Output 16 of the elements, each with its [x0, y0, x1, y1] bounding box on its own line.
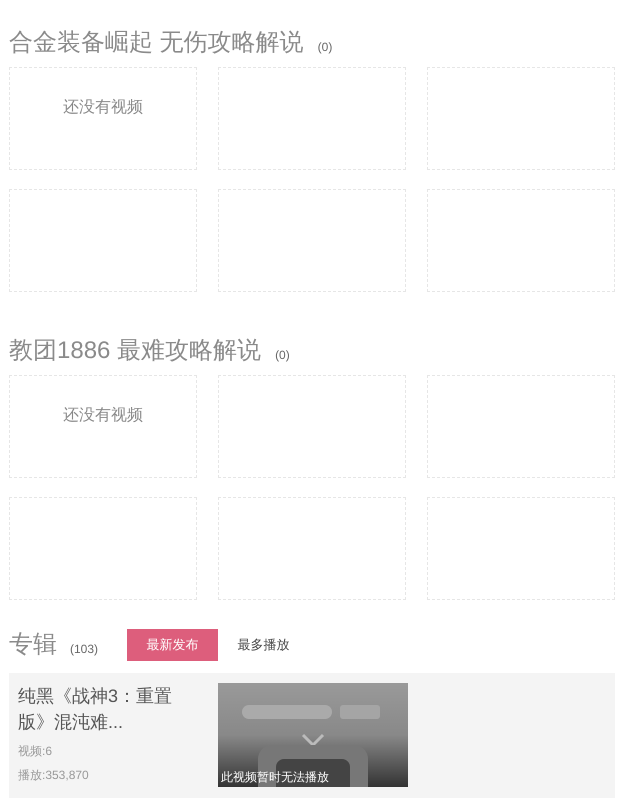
sort-tab[interactable]: 最多播放 [218, 629, 310, 661]
video-count: (0) [275, 347, 290, 364]
section-title: 合金装备崛起 无伤攻略解说 [9, 28, 304, 58]
album-card[interactable]: 纯黑《战神3：重置版》混沌难... 视频:6 播放:353,870 此视频暂时无法播放 [9, 673, 615, 798]
section-title: 专辑 [9, 630, 57, 660]
section-title: 教团1886 最难攻略解说 [9, 336, 262, 366]
album-count: (103) [70, 641, 98, 658]
video-caption: 此视频暂时无法播放 [221, 769, 329, 785]
video-count: (0) [318, 39, 332, 56]
video-count: 视频:6 [18, 743, 54, 760]
play-count: 播放:353,870 [18, 767, 90, 784]
album-title[interactable]: 纯黑《战神3：重置版》混沌难... [18, 683, 188, 735]
video-thumbnail[interactable]: 此视频暂时无法播放 [218, 683, 408, 787]
sort-tab[interactable]: 最新发布 [127, 629, 218, 661]
empty-message: 还没有视频 [63, 406, 143, 426]
empty-message: 还没有视频 [63, 98, 143, 118]
